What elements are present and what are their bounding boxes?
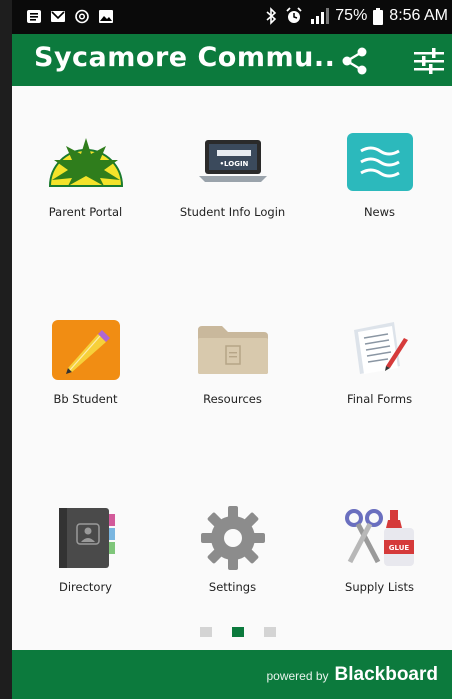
tile-parent-portal[interactable]: Parent Portal — [12, 120, 159, 230]
tile-final-forms[interactable]: Final Forms — [306, 310, 452, 420]
address-book-icon — [58, 508, 115, 568]
scissors-glue-icon: GLUE — [344, 509, 414, 566]
gear-icon — [200, 506, 265, 570]
filter-settings-icon[interactable] — [412, 46, 446, 76]
tile-label: Settings — [208, 580, 257, 594]
powered-by: powered by Blackboard — [266, 664, 438, 686]
news-waves-icon — [346, 133, 413, 191]
at-icon — [75, 9, 89, 24]
page-indicator — [200, 627, 276, 637]
powered-by-text: powered by — [266, 669, 329, 683]
tile-resources[interactable]: Resources — [159, 310, 306, 420]
tile-label: Parent Portal — [48, 205, 123, 219]
battery-icon — [373, 7, 384, 25]
signal-icon — [311, 8, 330, 24]
tile-directory[interactable]: Directory — [12, 498, 159, 608]
share-icon[interactable] — [340, 46, 370, 76]
gmail-icon — [51, 11, 65, 22]
tile-settings[interactable]: Settings — [159, 498, 306, 608]
bb-student-pencil-icon — [51, 320, 120, 380]
tile-news[interactable]: News — [306, 120, 452, 230]
tile-label: Resources — [203, 392, 262, 406]
tile-student-info-login[interactable]: •LOGIN Student Info Login — [159, 120, 306, 230]
tile-supply-lists[interactable]: GLUE Supply Lists — [306, 498, 452, 608]
alarm-icon — [286, 7, 302, 23]
tile-label: Student Info Login — [179, 205, 286, 219]
page-title: Sycamore Commu.. — [34, 42, 334, 73]
status-bar: 75% 8:56 AM — [12, 0, 452, 34]
forms-icon — [353, 322, 408, 374]
svg-text:GLUE: GLUE — [388, 544, 409, 552]
page-dot-2[interactable] — [232, 627, 244, 637]
image-icon — [99, 10, 113, 23]
phone-screen: 75% 8:56 AM Sycamore Commu.. Parent Port — [12, 0, 452, 699]
clock-time: 8:56 AM — [389, 7, 448, 24]
tile-label: Bb Student — [53, 392, 118, 406]
page-dot-3[interactable] — [264, 627, 276, 637]
app-bar: Sycamore Commu.. — [12, 34, 452, 86]
folder-icon — [197, 326, 268, 374]
footer-bar: powered by Blackboard — [12, 650, 452, 699]
tile-label: Final Forms — [346, 392, 413, 406]
svg-text:•LOGIN: •LOGIN — [219, 160, 248, 168]
login-laptop-icon: •LOGIN — [198, 140, 267, 182]
parent-portal-icon — [48, 138, 123, 187]
tile-label: Directory — [58, 580, 112, 594]
tile-bb-student[interactable]: Bb Student — [12, 310, 159, 420]
page-dot-1[interactable] — [200, 627, 212, 637]
device-bezel — [0, 0, 12, 699]
bluetooth-icon — [266, 7, 277, 25]
battery-percent: 75% — [335, 7, 368, 24]
tile-label: Supply Lists — [345, 580, 414, 594]
blackboard-logo: Blackboard — [334, 664, 438, 685]
tile-label: News — [363, 205, 396, 219]
notification-icon — [27, 10, 41, 23]
